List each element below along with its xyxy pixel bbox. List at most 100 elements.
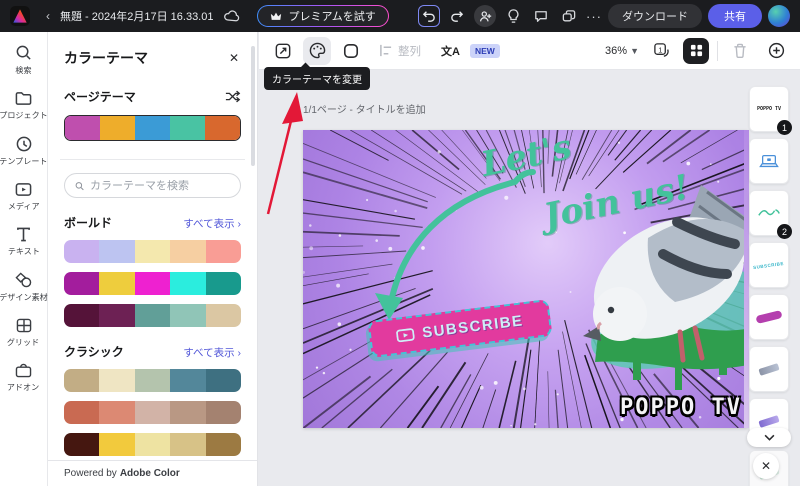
palette-swatch[interactable] [170, 369, 205, 392]
delete-page-button[interactable] [726, 37, 754, 65]
palette-swatch[interactable] [65, 116, 100, 140]
page-theme-color-bar[interactable] [64, 115, 241, 141]
align-button[interactable]: 整列 [379, 43, 421, 59]
palette-swatch[interactable] [135, 369, 170, 392]
palette-swatch[interactable] [64, 304, 99, 327]
palette-swatch[interactable] [135, 272, 170, 295]
design-canvas[interactable]: Let's Join us! SUBSCRIBE POPPO TV [303, 130, 748, 428]
palette-swatch[interactable] [64, 433, 99, 456]
sidebar-label: デザイン素材 [0, 291, 48, 302]
palette-swatch[interactable] [170, 433, 205, 456]
color-theme-button[interactable] [303, 37, 331, 65]
panel-scrollbar[interactable] [251, 46, 255, 166]
sidebar-item-templates[interactable]: テンプレート [0, 136, 48, 167]
palette-swatch[interactable] [99, 369, 134, 392]
palette-swatch[interactable] [135, 401, 170, 424]
palette-swatch[interactable] [206, 304, 241, 327]
color-palette[interactable] [64, 369, 241, 392]
thumb-script-text[interactable]: 2 [749, 190, 789, 236]
color-palette[interactable] [64, 272, 241, 295]
thumb-laptop[interactable] [749, 138, 789, 184]
theme-search-input[interactable] [90, 180, 230, 192]
ideas-bulb-icon[interactable] [502, 5, 524, 27]
redo-button[interactable] [446, 5, 468, 27]
palette-swatch[interactable] [99, 240, 134, 263]
sidebar-label: アドオン [7, 381, 39, 392]
avatar[interactable] [768, 5, 790, 27]
theme-search-box[interactable] [64, 173, 241, 198]
document-title[interactable]: 無題 - 2024年2月17日 16.33.01 [60, 8, 213, 24]
sidebar-item-media[interactable]: メディア [0, 182, 48, 212]
resize-button[interactable] [269, 37, 297, 65]
palette-swatch[interactable] [64, 272, 99, 295]
brand-logo-text[interactable]: POPPO TV [620, 395, 742, 420]
pink-pill-shape [755, 310, 782, 324]
palette-swatch[interactable] [135, 433, 170, 456]
download-button[interactable]: ダウンロード [608, 4, 702, 28]
adobe-color-attribution: Powered byAdobe Color [48, 460, 257, 486]
more-options-button[interactable]: ··· [586, 9, 602, 24]
palette-swatch[interactable] [206, 369, 241, 392]
sidebar-item-search[interactable]: 検索 [0, 44, 48, 76]
single-page-view-button[interactable]: 1 [647, 37, 675, 65]
translate-button[interactable]: 文A [441, 43, 460, 59]
palette-swatch[interactable] [206, 401, 241, 424]
palette-swatch[interactable] [170, 401, 205, 424]
show-all-bold-link[interactable]: すべて表示 › [183, 216, 241, 231]
palette-swatch[interactable] [206, 433, 241, 456]
page-title-label[interactable]: 1/1ページ - タイトルを追加 [303, 101, 426, 116]
try-premium-button[interactable]: プレミアムを試す [257, 5, 388, 27]
palette-swatch[interactable] [170, 304, 205, 327]
color-palette[interactable] [64, 304, 241, 327]
collapse-thumbnails-button[interactable] [747, 428, 791, 447]
color-palette[interactable] [64, 433, 241, 456]
background-shape-button[interactable] [337, 37, 365, 65]
show-all-classic-link[interactable]: すべて表示 › [183, 345, 241, 360]
undo-button[interactable] [418, 5, 440, 27]
color-palette[interactable] [64, 240, 241, 263]
sidebar-item-grid[interactable]: グリッド [0, 318, 48, 348]
palette-swatch[interactable] [205, 116, 240, 140]
palette-swatch[interactable] [135, 116, 170, 140]
sidebar-item-addons[interactable]: アドオン [0, 363, 48, 393]
palette-swatch[interactable] [206, 240, 241, 263]
palette-swatch[interactable] [206, 272, 241, 295]
thumb-pink-pill[interactable] [749, 294, 789, 340]
back-chevron-icon[interactable]: ‹ [38, 9, 52, 23]
palette-swatch[interactable] [135, 304, 170, 327]
curved-arrow-doodle[interactable] [303, 130, 748, 428]
palette-swatch[interactable] [99, 401, 134, 424]
search-icon [15, 44, 32, 61]
sidebar-item-projects[interactable]: プロジェクト [0, 91, 48, 121]
palette-swatch[interactable] [64, 401, 99, 424]
palette-swatch[interactable] [135, 240, 170, 263]
adobe-express-logo[interactable] [10, 6, 30, 26]
thumb-brand-text[interactable]: POPPO TV 1 [749, 86, 789, 132]
thumb-gray-shape[interactable] [749, 346, 789, 392]
thumb-subscribe-text[interactable]: SUBSCRIBE [749, 242, 789, 288]
palette-swatch[interactable] [64, 240, 99, 263]
add-page-button[interactable] [762, 37, 790, 65]
share-button[interactable]: 共有 [708, 4, 762, 28]
script-doodle-icon [757, 206, 781, 220]
sidebar-item-design-assets[interactable]: デザイン素材 [0, 272, 48, 303]
duplicate-windows-icon[interactable] [558, 5, 580, 27]
add-collaborator-button[interactable] [474, 5, 496, 27]
palette-swatch[interactable] [170, 116, 205, 140]
palette-swatch[interactable] [99, 304, 134, 327]
palette-swatch[interactable] [99, 433, 134, 456]
palette-swatch[interactable] [99, 272, 134, 295]
palette-swatch[interactable] [170, 240, 205, 263]
close-thumbnails-button[interactable]: ✕ [753, 453, 779, 479]
palette-swatch[interactable] [170, 272, 205, 295]
sidebar-item-text[interactable]: テキスト [0, 227, 48, 257]
zoom-control[interactable]: 36% ▼ [605, 45, 639, 57]
shuffle-icon[interactable] [225, 90, 241, 103]
palette-swatch[interactable] [64, 369, 99, 392]
pages-grid-view-button[interactable] [683, 38, 709, 64]
close-panel-icon[interactable]: ✕ [227, 49, 241, 67]
comment-icon[interactable] [530, 5, 552, 27]
left-sidebar: 検索 プロジェクト テンプレート メディア テキスト デザイン素材 グリッド ア… [0, 32, 48, 486]
palette-swatch[interactable] [100, 116, 135, 140]
color-palette[interactable] [64, 401, 241, 424]
